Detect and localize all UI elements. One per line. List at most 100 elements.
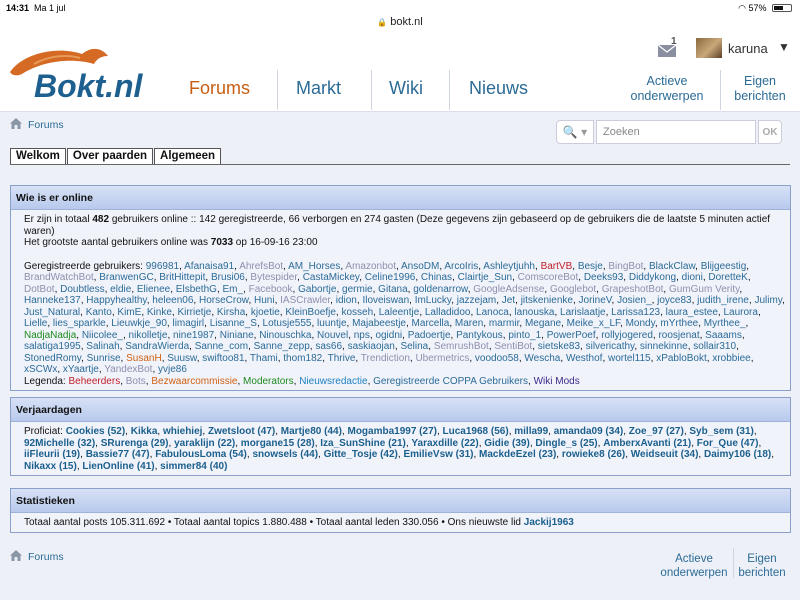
- online-user[interactable]: Niicolee_: [82, 330, 123, 341]
- nav-tab-forums[interactable]: Forums: [189, 72, 250, 106]
- online-user[interactable]: SusanH: [126, 353, 162, 364]
- birthday-user[interactable]: SRurenga (29): [101, 438, 169, 449]
- online-user[interactable]: Chinas: [421, 272, 452, 283]
- online-user[interactable]: Meike_x_LF: [567, 318, 620, 329]
- online-user[interactable]: Maren: [455, 318, 483, 329]
- online-user[interactable]: xrobbiee: [712, 353, 750, 364]
- active-topics-link[interactable]: Actieve onderwerpen: [622, 74, 712, 104]
- birthday-user[interactable]: Daimy106 (18): [704, 449, 771, 460]
- online-user[interactable]: Afanaisa91: [184, 261, 234, 272]
- legend-item[interactable]: Bezwaarcommissie: [151, 376, 237, 387]
- online-user[interactable]: Laurora: [723, 307, 757, 318]
- tab-welkom[interactable]: Welkom: [10, 148, 66, 165]
- online-user[interactable]: JorineV: [579, 295, 612, 306]
- online-user[interactable]: Happyhealthy: [86, 295, 146, 306]
- online-user[interactable]: lies_sparkle: [53, 318, 106, 329]
- online-user[interactable]: NadjaNadja: [24, 330, 76, 341]
- online-user[interactable]: Iloveiswan: [362, 295, 409, 306]
- online-user[interactable]: Sanne_zepp: [254, 341, 310, 352]
- online-user[interactable]: KimE: [117, 307, 141, 318]
- online-user[interactable]: AnsoDM: [401, 261, 439, 272]
- online-user[interactable]: Laleentje: [379, 307, 420, 318]
- online-user[interactable]: kosseh: [341, 307, 373, 318]
- tab-algemeen[interactable]: Algemeen: [154, 148, 222, 165]
- online-user[interactable]: Larissa123: [611, 307, 660, 318]
- online-user[interactable]: BritHittepit: [159, 272, 205, 283]
- birthday-user[interactable]: MackdeEzel (23): [479, 449, 556, 460]
- home-icon[interactable]: [10, 550, 22, 561]
- online-user[interactable]: ImLucky: [415, 295, 452, 306]
- online-user[interactable]: Sunrise: [87, 353, 121, 364]
- online-user[interactable]: Kinke: [147, 307, 172, 318]
- birthday-user[interactable]: 92Michelle (32): [24, 438, 95, 449]
- online-user[interactable]: Lotusje555: [263, 318, 312, 329]
- online-user[interactable]: Gabortje: [298, 284, 336, 295]
- online-user[interactable]: swiftoo81: [202, 353, 244, 364]
- online-user[interactable]: limagirl: [172, 318, 204, 329]
- online-user[interactable]: Besje: [578, 261, 603, 272]
- birthday-user[interactable]: Bassie77 (47): [86, 449, 150, 460]
- birthday-user[interactable]: Zoe_97 (27): [629, 426, 684, 437]
- online-user[interactable]: jitskenienke: [521, 295, 573, 306]
- online-user[interactable]: Ninouschka: [259, 330, 311, 341]
- online-user[interactable]: 996981: [146, 261, 179, 272]
- online-user[interactable]: pinto_1: [508, 330, 541, 341]
- online-user[interactable]: dioni: [682, 272, 703, 283]
- online-user[interactable]: BranwenGC: [99, 272, 153, 283]
- online-user[interactable]: DoretteK: [708, 272, 747, 283]
- online-user[interactable]: Nouvel: [317, 330, 348, 341]
- online-user[interactable]: sas66: [315, 341, 342, 352]
- online-user[interactable]: lanouska: [514, 307, 554, 318]
- birthday-user[interactable]: morgane15 (28): [241, 438, 315, 449]
- legend-item[interactable]: Geregistreerde COPPA Gebruikers: [373, 376, 528, 387]
- birthday-user[interactable]: Weidseuit (34): [631, 449, 699, 460]
- birthday-user[interactable]: amanda09 (34): [554, 426, 623, 437]
- online-user[interactable]: Lisanne_S: [210, 318, 257, 329]
- online-user[interactable]: Elienee: [137, 284, 170, 295]
- online-user[interactable]: eldie: [110, 284, 131, 295]
- search-ok-button[interactable]: OK: [758, 120, 782, 144]
- online-user[interactable]: joyce83: [657, 295, 691, 306]
- online-user[interactable]: sollair310: [693, 341, 736, 352]
- breadcrumb-forums[interactable]: Forums: [28, 119, 64, 131]
- legend-item[interactable]: Nieuwsredactie: [299, 376, 367, 387]
- newest-member-link[interactable]: Jackij1963: [524, 517, 574, 528]
- nav-tab-wiki[interactable]: Wiki: [389, 72, 423, 106]
- birthday-user[interactable]: iiFleurii (19): [24, 449, 80, 460]
- online-user[interactable]: jazzejam: [457, 295, 496, 306]
- birthday-user[interactable]: Luca1968 (56): [443, 426, 509, 437]
- online-user[interactable]: voodoo58: [475, 353, 519, 364]
- online-user[interactable]: Clairtje_Sun: [458, 272, 512, 283]
- online-user[interactable]: Thami: [250, 353, 278, 364]
- online-user[interactable]: Kirsha: [217, 307, 245, 318]
- bokt-logo[interactable]: Bokt.nl: [4, 42, 174, 104]
- online-user[interactable]: Mondy: [626, 318, 655, 329]
- online-user[interactable]: ArcoIris: [444, 261, 478, 272]
- online-user[interactable]: Westhof: [566, 353, 603, 364]
- birthday-user[interactable]: rowieke8 (26): [562, 449, 625, 460]
- avatar[interactable]: [696, 38, 722, 58]
- search-options-icon[interactable]: 🔍 ▾: [556, 120, 594, 144]
- birthday-user[interactable]: Mogamba1997 (27): [347, 426, 436, 437]
- online-user[interactable]: nine1987: [173, 330, 214, 341]
- birthday-user[interactable]: Cookies (52): [66, 426, 125, 437]
- online-user[interactable]: luuntje: [317, 318, 346, 329]
- online-user[interactable]: Just_Natural: [24, 307, 80, 318]
- online-user[interactable]: Padoertje: [408, 330, 451, 341]
- online-user[interactable]: Josien_: [617, 295, 651, 306]
- online-user[interactable]: Jet: [502, 295, 515, 306]
- birthday-user[interactable]: LienOnline (41): [82, 461, 154, 472]
- online-user[interactable]: StonedRomy: [24, 353, 81, 364]
- online-user[interactable]: Julimy: [754, 295, 782, 306]
- online-user[interactable]: marmir: [489, 318, 520, 329]
- legend-item[interactable]: Beheerders: [69, 376, 121, 387]
- online-user[interactable]: BlackClaw: [649, 261, 695, 272]
- online-user[interactable]: thom182: [283, 353, 322, 364]
- online-user[interactable]: Lanoca: [476, 307, 509, 318]
- search-input[interactable]: [596, 120, 756, 144]
- birthday-user[interactable]: Nikaxx (15): [24, 461, 77, 472]
- online-user[interactable]: Saaams: [705, 330, 742, 341]
- online-user[interactable]: heleen06: [152, 295, 193, 306]
- online-user[interactable]: Lieuwkje_90: [111, 318, 167, 329]
- online-user[interactable]: xSCWx: [24, 364, 57, 375]
